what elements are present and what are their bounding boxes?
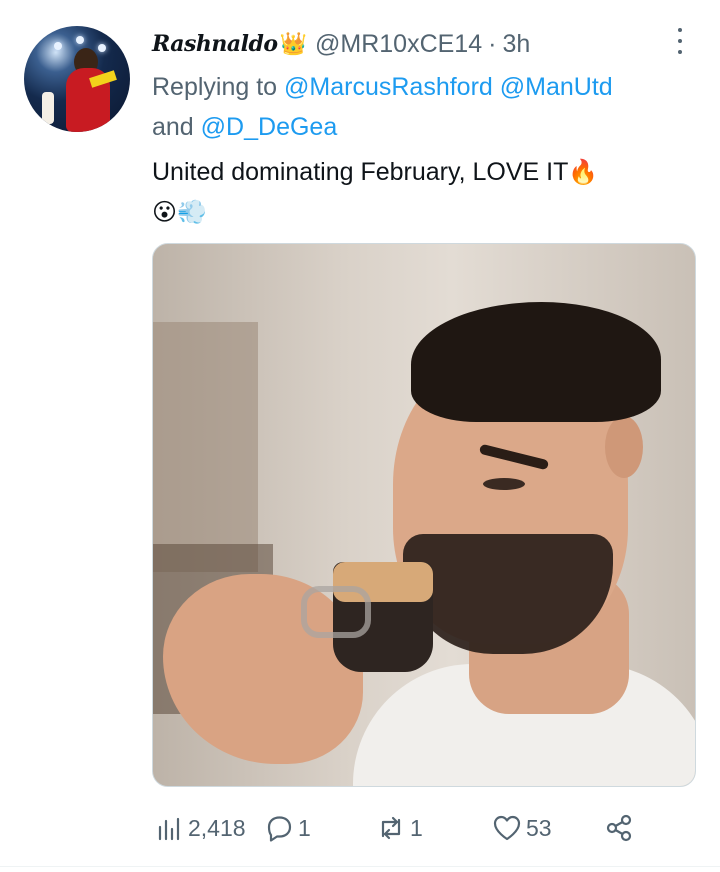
avatar[interactable] [24,26,130,132]
display-name[interactable]: Rashnaldo [152,31,278,57]
analytics-icon [158,817,180,841]
tweet-card[interactable]: Rashnaldo 👑 @MR10xCE14 · 3h Replying to … [0,0,720,872]
heart-icon [493,815,521,841]
mention-link[interactable]: @MarcusRashford [284,73,493,101]
timestamp[interactable]: 3h [502,30,530,59]
dash-emoji-icon: 💨 [177,198,207,226]
reply-count: 1 [298,814,311,841]
tweet-text: United dominating February, LOVE IT🔥 😮💨 [152,152,702,232]
and-label: and [152,113,194,141]
replying-label: Replying to [152,73,278,101]
like-button[interactable]: 53 [490,806,552,850]
fire-emoji-icon: 🔥 [568,158,599,186]
share-button[interactable] [602,806,636,850]
like-count: 53 [526,814,552,841]
retweet-count: 1 [410,814,423,841]
views-count: 2,418 [188,814,246,841]
astonished-face-emoji-icon: 😮 [152,198,178,226]
more-icon[interactable] [674,28,686,54]
crown-emoji-icon: 👑 [279,31,307,56]
user-handle[interactable]: @MR10xCE14 [315,30,482,59]
mention-link[interactable]: @D_DeGea [201,113,338,141]
reply-icon [267,816,292,842]
views-button[interactable]: 2,418 [152,806,246,850]
share-icon [606,814,632,842]
mention-link[interactable]: @ManUtd [500,73,613,101]
reply-button[interactable]: 1 [262,806,311,850]
tweet-actions: 2,418 1 1 53 [152,806,672,850]
tweet-text-body: United dominating February, LOVE IT [152,158,569,186]
tweet-media-image[interactable] [152,243,696,787]
replying-to: Replying to @MarcusRashford @ManUtd and … [152,67,702,147]
tweet-header: Rashnaldo 👑 @MR10xCE14 · 3h [152,28,530,60]
retweet-button[interactable]: 1 [374,806,423,850]
divider [0,866,720,867]
separator-dot: · [488,29,497,58]
retweet-icon [381,816,401,840]
